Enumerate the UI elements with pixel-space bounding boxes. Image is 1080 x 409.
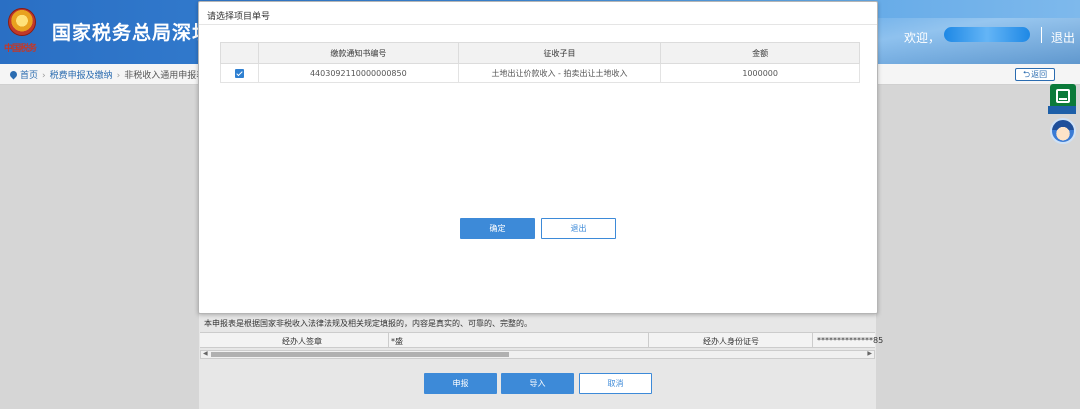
map-pin-icon — [8, 69, 19, 80]
breadcrumb: 首页 › 税费申报及缴纳 › 非税收入通用申报表 — [8, 68, 206, 81]
breadcrumb-tax-filing[interactable]: 税费申报及缴纳 — [50, 71, 113, 81]
handler-sign-row: 经办人签章 *盛 经办人身份证号 **************85 — [200, 332, 883, 348]
screen-tool-icon — [1056, 89, 1070, 103]
column-header-sub-item: 征收子目 — [457, 42, 662, 64]
amount-cell: 1000000 — [660, 63, 860, 83]
cell-divider — [388, 333, 389, 347]
table-row[interactable]: 4403092110000000850 土地出让价款收入 - 拍卖出让土地收入 … — [220, 63, 860, 83]
handler-id-value: **************85 — [817, 336, 884, 345]
handler-sign-value: *盛 — [391, 337, 403, 346]
select-item-dialog: 请选择项目单号 缴款通知书编号 征收子目 金额 4403092110000000… — [198, 1, 878, 314]
row-select-cell[interactable] — [220, 63, 259, 83]
assistant-avatar-icon[interactable] — [1050, 118, 1076, 144]
username-masked — [944, 27, 1030, 42]
row-checkbox[interactable] — [234, 68, 244, 78]
sub-item-cell: 土地出让价款收入 - 拍卖出让土地收入 — [457, 63, 662, 83]
back-button-label: 返回 — [1031, 70, 1048, 79]
scroll-right-icon[interactable]: ▶ — [867, 350, 872, 357]
handler-id-label: 经办人身份证号 — [703, 337, 759, 346]
submit-button[interactable]: 申报 — [424, 373, 497, 394]
breadcrumb-separator-icon: › — [116, 71, 121, 81]
screen-tool-bar — [1059, 98, 1067, 100]
column-header-notice-no: 缴款通知书编号 — [257, 42, 459, 64]
dialog-title: 请选择项目单号 — [207, 12, 271, 22]
cancel-button[interactable]: 取消 — [579, 373, 652, 394]
column-header-amount: 金额 — [660, 42, 860, 64]
confirm-button[interactable]: 确定 — [460, 218, 535, 239]
handler-sign-label: 经办人签章 — [282, 337, 322, 346]
dialog-divider — [199, 24, 877, 25]
notice-no-cell: 4403092110000000850 — [257, 63, 459, 83]
emblem-label: 中国税务 — [4, 44, 37, 54]
tax-emblem-icon — [8, 8, 36, 36]
logout-link[interactable]: 退出 — [1051, 29, 1075, 46]
declaration-note: 本申报表是根据国家非税收入法律法规及相关规定填报的，内容是真实的、可靠的、完整的… — [204, 319, 532, 328]
welcome-text: 欢迎， — [904, 31, 941, 45]
table-header-row: 缴款通知书编号 征收子目 金额 — [220, 42, 860, 64]
cell-divider — [648, 333, 649, 347]
horizontal-scrollbar[interactable]: ◀ ▶ — [200, 350, 875, 359]
breadcrumb-separator-icon: › — [42, 71, 46, 81]
scroll-left-icon[interactable]: ◀ — [203, 350, 208, 357]
return-arrow-icon: ⮌ — [1022, 70, 1031, 80]
breadcrumb-home[interactable]: 首页 — [20, 71, 38, 81]
back-button[interactable]: ⮌返回 — [1015, 68, 1055, 81]
exit-button[interactable]: 退出 — [541, 218, 616, 239]
screen-tool-tab — [1048, 106, 1076, 114]
notice-table: 缴款通知书编号 征收子目 金额 4403092110000000850 土地出让… — [220, 42, 860, 83]
header-divider — [1041, 27, 1042, 43]
select-column-header — [220, 42, 259, 64]
import-button[interactable]: 导入 — [501, 373, 574, 394]
scrollbar-thumb[interactable] — [211, 352, 509, 357]
screen-tool-button[interactable] — [1048, 84, 1076, 114]
breadcrumb-current: 非税收入通用申报表 — [124, 71, 206, 81]
cell-divider — [812, 333, 813, 347]
